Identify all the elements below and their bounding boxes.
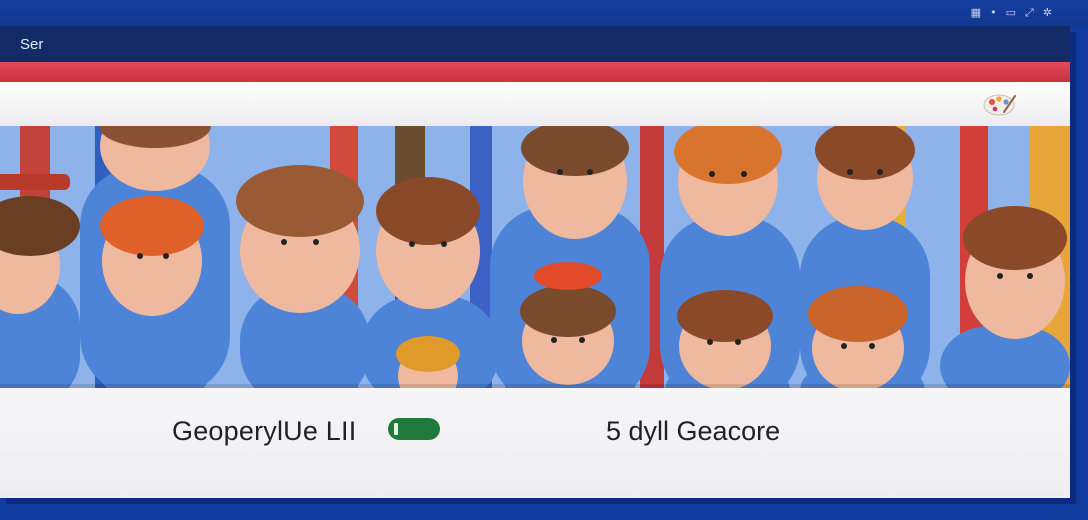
- group-illustration: [0, 126, 1070, 388]
- person-mid-3: [236, 165, 370, 388]
- accent-strip: [0, 62, 1070, 82]
- person-front-4: [396, 336, 460, 388]
- toggle-switch[interactable]: [388, 418, 440, 440]
- system-bar: ▦ • ▭ ⤢ ✲: [0, 0, 1088, 26]
- screen-icon[interactable]: ▭: [1006, 6, 1016, 20]
- toolbar: [0, 82, 1070, 127]
- footer-right-label: 5 dyll Geacore: [606, 416, 781, 446]
- dot-icon[interactable]: •: [990, 6, 997, 20]
- footer-left-label: GeoperylUe LII: [172, 416, 357, 446]
- grid-icon[interactable]: ▦: [971, 6, 981, 20]
- palette-icon[interactable]: [982, 92, 1018, 118]
- footer-panel: GeoperylUe LII 5 dyll Geacore: [0, 388, 1070, 498]
- window-title: Ser: [20, 36, 44, 53]
- app-window: Ser GeoperylUe LII 5 dyll Geacore: [0, 26, 1070, 498]
- settings-icon[interactable]: ✲: [1043, 6, 1052, 20]
- title-bar: Ser: [0, 26, 1070, 62]
- banner-image: [0, 126, 1070, 388]
- expand-icon[interactable]: ⤢: [1025, 6, 1034, 20]
- system-tray: ▦ • ▭ ⤢ ✲: [971, 6, 1052, 20]
